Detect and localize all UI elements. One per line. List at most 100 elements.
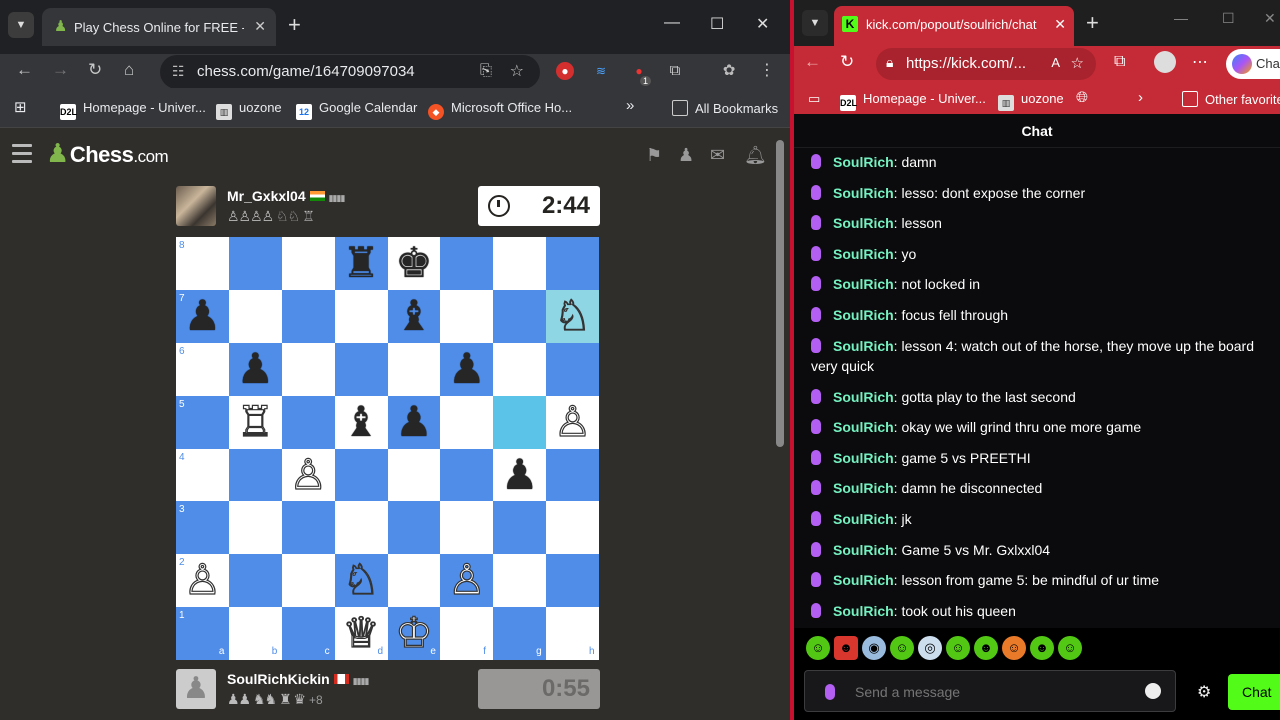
square-c3[interactable]	[281, 501, 335, 555]
chat-username[interactable]: SoulRich	[833, 154, 894, 170]
piece-g4[interactable]: ♟	[493, 449, 546, 502]
piece-c4[interactable]: ♙	[282, 449, 335, 502]
chat-message[interactable]: SoulRich: yo	[811, 244, 1266, 264]
emote-icon[interactable]: ☺	[890, 636, 914, 660]
reload-button[interactable]: ↻	[88, 60, 102, 80]
square-c8[interactable]	[281, 237, 335, 290]
tab-search-button[interactable]: ▼	[8, 12, 34, 38]
chat-message[interactable]: SoulRich: damn	[811, 152, 1266, 172]
emote-icon[interactable]: ☺	[1058, 636, 1082, 660]
kick-tab[interactable]: K kick.com/popout/soulrich/chat ✕	[834, 6, 1074, 46]
reading-view-icon[interactable]: ▭	[808, 91, 820, 107]
chat-message[interactable]: SoulRich: took out his queen	[811, 601, 1266, 621]
chat-username[interactable]: SoulRich	[833, 215, 894, 231]
emote-icon[interactable]: ☺	[806, 636, 830, 660]
square-g7[interactable]	[493, 289, 547, 343]
chess-board[interactable]: 8 7 6 5 4 3 2 1 a b c d e f g h ♜ ♚ ♟ ♝ ♘ ♟ ♟ ♖ ♝ ♟ ♙ ♙ ♟ ♙ ♘ ♙ ♕ ♔	[176, 237, 599, 660]
close-tab-icon[interactable]: ✕	[1054, 16, 1066, 33]
square-e2[interactable]	[387, 554, 441, 608]
piece-a7[interactable]: ♟	[176, 290, 229, 343]
menu-kebab-icon[interactable]: ⋮	[758, 62, 776, 80]
more-bookmarks-chevron-icon[interactable]: »	[626, 97, 634, 114]
extensions-icon[interactable]: ⧉	[1114, 53, 1125, 71]
square-b8[interactable]	[228, 237, 282, 290]
self-name[interactable]: SoulRichKickin ▮▮▮▮	[227, 671, 369, 687]
chat-username[interactable]: SoulRich	[833, 419, 894, 435]
all-bookmarks-folder[interactable]: All Bookmarks	[672, 100, 778, 116]
chat-message[interactable]: SoulRich: Game 5 vs Mr. Gxlxxl04	[811, 540, 1266, 560]
message-input[interactable]	[855, 681, 1135, 703]
bookmark-uozone[interactable]: ▥ uozone	[998, 91, 1064, 111]
close-window-button[interactable]: ✕	[756, 14, 769, 34]
close-tab-icon[interactable]: ✕	[254, 18, 266, 35]
piece-f2[interactable]: ♙	[440, 554, 493, 607]
profile-icon[interactable]	[1154, 51, 1176, 73]
square-c2[interactable]	[281, 554, 335, 608]
piece-e5[interactable]: ♟	[388, 396, 441, 449]
piece-a2[interactable]: ♙	[176, 554, 229, 607]
square-g2[interactable]	[493, 554, 547, 608]
new-tab-button[interactable]: +	[288, 14, 301, 36]
chat-username[interactable]: SoulRich	[833, 338, 894, 354]
square-g6[interactable]	[493, 342, 547, 396]
bookmark-uozone[interactable]: ▥ uozone	[216, 100, 282, 120]
flag-icon[interactable]: ⚑	[646, 145, 662, 166]
address-bar[interactable]: 🔒︎ https://kick.com/... A ☆	[876, 48, 1096, 80]
square-f4[interactable]	[440, 448, 494, 502]
chevron-right-icon[interactable]: ›	[1138, 89, 1143, 106]
reload-button[interactable]: ↻	[840, 52, 854, 72]
bookmark-homepage[interactable]: D2L Homepage - Univer...	[840, 91, 986, 111]
piece-d8[interactable]: ♜	[335, 237, 388, 290]
opponent-avatar[interactable]	[176, 186, 216, 226]
square-e4[interactable]	[387, 448, 441, 502]
square-e3[interactable]	[387, 501, 441, 555]
chat-username[interactable]: SoulRich	[833, 276, 894, 292]
square-h4[interactable]	[546, 448, 599, 502]
chess-com-logo[interactable]: ♟Chess.com	[46, 138, 169, 169]
back-button[interactable]: ←	[804, 52, 821, 72]
bookmark-star-icon[interactable]: ☆	[510, 61, 524, 81]
square-e6[interactable]	[387, 342, 441, 396]
home-button[interactable]: ⌂	[124, 60, 134, 80]
square-b7[interactable]	[228, 289, 282, 343]
profile-avatar-icon[interactable]: ✿	[720, 62, 738, 80]
minimize-button[interactable]: —	[664, 14, 680, 32]
other-favorites-folder[interactable]: Other favorites	[1182, 91, 1280, 107]
globe-icon[interactable]: 🌐︎	[1076, 89, 1088, 106]
emote-icon[interactable]: ☻	[974, 636, 998, 660]
square-g8[interactable]	[493, 237, 547, 290]
extension-berry-icon[interactable]: ●	[556, 62, 574, 80]
chat-message[interactable]: SoulRich: jk	[811, 509, 1266, 529]
emote-icon[interactable]: ☺	[946, 636, 970, 660]
piece-b5[interactable]: ♖	[229, 396, 282, 449]
mail-icon[interactable]: ✉	[710, 145, 725, 166]
chat-username[interactable]: SoulRich	[833, 389, 894, 405]
chat-message[interactable]: SoulRich: damn he disconnected	[811, 478, 1266, 498]
square-d7[interactable]	[334, 289, 388, 343]
piece-d5[interactable]: ♝	[335, 396, 388, 449]
square-d6[interactable]	[334, 342, 388, 396]
emoji-picker-icon[interactable]	[1145, 683, 1161, 699]
emote-icon[interactable]: ☺	[1002, 636, 1026, 660]
read-aloud-icon[interactable]: A	[1051, 55, 1060, 70]
chat-username[interactable]: SoulRich	[833, 246, 894, 262]
square-f5[interactable]	[440, 395, 494, 449]
piece-b6[interactable]: ♟	[229, 343, 282, 396]
bookmark-google-calendar[interactable]: 12 Google Calendar	[296, 100, 417, 120]
chat-username[interactable]: SoulRich	[833, 542, 894, 558]
square-c6[interactable]	[281, 342, 335, 396]
chat-message[interactable]: SoulRich: lesson 4: watch out of the hor…	[811, 336, 1266, 376]
bookmark-homepage[interactable]: D2L Homepage - Univer...	[60, 100, 206, 120]
square-d3[interactable]	[334, 501, 388, 555]
chat-username[interactable]: SoulRich	[833, 450, 894, 466]
copilot-button[interactable]: Cha	[1226, 49, 1280, 79]
square-f3[interactable]	[440, 501, 494, 555]
extension-audio-icon[interactable]: ≋	[592, 62, 610, 80]
square-f7[interactable]	[440, 289, 494, 343]
friends-icon[interactable]: ♟	[678, 145, 694, 166]
self-avatar[interactable]: ♟	[176, 669, 216, 709]
site-info-icon[interactable]: ☷	[172, 63, 185, 80]
square-c5[interactable]	[281, 395, 335, 449]
maximize-button[interactable]: ☐	[710, 14, 724, 34]
extensions-puzzle-icon[interactable]: ⧉	[666, 62, 684, 80]
